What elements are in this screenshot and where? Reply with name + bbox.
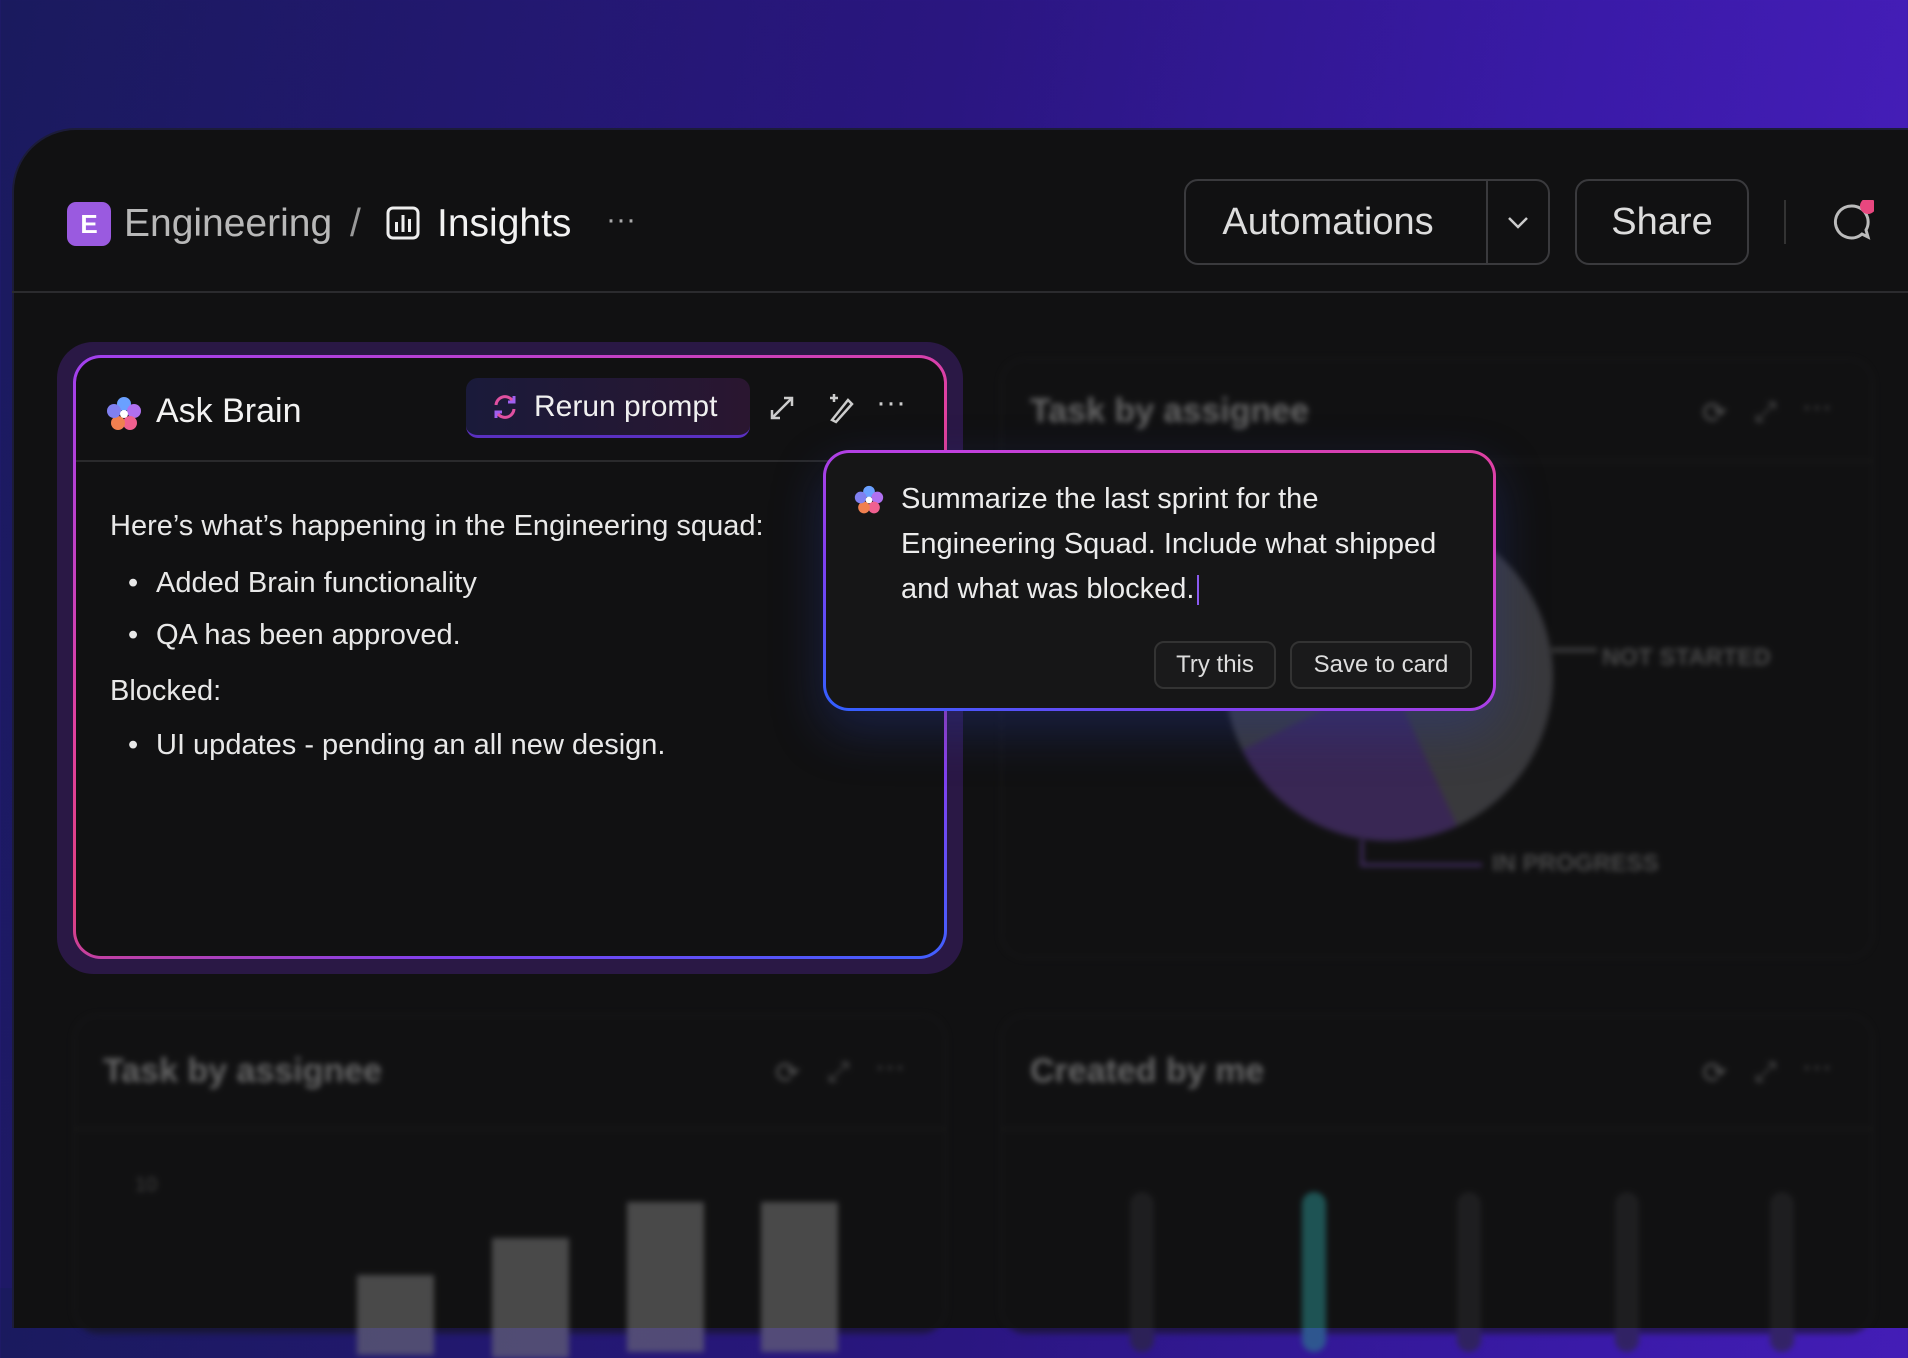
bar	[357, 1275, 434, 1355]
card-divider	[76, 460, 944, 462]
share-button[interactable]: Share	[1575, 179, 1749, 265]
bar	[1615, 1192, 1639, 1352]
y-axis-tick: 10	[135, 1174, 158, 1196]
task-by-assignee-bar-card[interactable]: Task by assignee ⟳ ⤢ ··· 10	[73, 1014, 947, 1358]
card-title: Task by assignee	[1030, 392, 1310, 430]
card-more-button[interactable]: ···	[875, 1050, 905, 1084]
shipped-item: QA has been approved.	[156, 619, 461, 651]
breadcrumb-separator: /	[350, 202, 361, 245]
refresh-icon[interactable]: ⟳	[1702, 1056, 1727, 1091]
ask-brain-title: Ask Brain	[156, 392, 302, 430]
breadcrumb-insights[interactable]: Insights	[437, 200, 571, 248]
breadcrumb-engineering[interactable]: Engineering	[124, 200, 332, 248]
bullet: •	[128, 567, 139, 599]
bar	[1457, 1192, 1481, 1352]
try-this-button[interactable]: Try this	[1154, 641, 1276, 689]
header-divider-line	[12, 291, 1908, 293]
refresh-icon[interactable]: ⟳	[775, 1056, 800, 1091]
automations-divider	[1486, 181, 1488, 263]
prompt-text: Summarize the last sprint for the Engine…	[901, 483, 1437, 605]
blocked-item: UI updates - pending an all new design.	[156, 729, 666, 761]
bar	[1770, 1192, 1794, 1352]
expand-icon[interactable]: ⤢	[1754, 1056, 1776, 1089]
legend-not-started: NOT STARTED	[1602, 644, 1771, 671]
card-more-button[interactable]: ···	[1802, 1050, 1832, 1084]
bar	[1130, 1192, 1154, 1352]
notification-chat-icon[interactable]	[1830, 198, 1876, 244]
expand-icon[interactable]: ⤢	[827, 1056, 849, 1089]
summary-intro: Here’s what’s happening in the Engineeri…	[110, 510, 764, 542]
rerun-prompt-button[interactable]: Rerun prompt	[466, 378, 750, 438]
workspace-avatar[interactable]: E	[67, 202, 111, 246]
bar	[627, 1202, 704, 1352]
bar-highlighted	[1302, 1192, 1326, 1352]
header-divider	[1784, 200, 1786, 244]
brain-logo-icon	[854, 485, 884, 515]
bar	[492, 1238, 569, 1358]
card-title: Task by assignee	[103, 1052, 383, 1090]
magic-wand-edit-icon[interactable]	[824, 390, 858, 424]
rerun-prompt-label: Rerun prompt	[534, 389, 718, 423]
chevron-down-icon[interactable]	[1502, 206, 1534, 238]
prompt-input[interactable]: Summarize the last sprint for the Engine…	[901, 477, 1471, 612]
card-more-button[interactable]: ···	[876, 386, 906, 420]
blocked-label: Blocked:	[110, 675, 222, 707]
card-title: Created by me	[1030, 1052, 1265, 1090]
automations-label: Automations	[1222, 200, 1434, 243]
bullet: •	[128, 619, 139, 651]
expand-icon[interactable]	[766, 392, 798, 424]
card-more-button[interactable]: ···	[1802, 390, 1832, 424]
expand-icon[interactable]: ⤢	[1754, 396, 1776, 429]
text-cursor	[1197, 575, 1200, 606]
page-more-button[interactable]: ···	[606, 196, 636, 244]
automations-button[interactable]: Automations	[1184, 179, 1550, 265]
ask-brain-card[interactable]: Ask Brain Rerun prompt ··· Here’s what’s…	[73, 355, 947, 959]
card-divider	[75, 1128, 945, 1130]
share-label: Share	[1611, 200, 1713, 243]
shipped-item: Added Brain functionality	[156, 567, 477, 599]
prompt-popup[interactable]: Summarize the last sprint for the Engine…	[823, 450, 1496, 711]
insights-chart-icon	[386, 206, 420, 240]
save-to-card-button[interactable]: Save to card	[1290, 641, 1472, 689]
bullet: •	[128, 729, 139, 761]
brain-logo-icon	[106, 396, 142, 432]
created-by-me-card[interactable]: Created by me ⟳ ⤢ ···	[1000, 1014, 1874, 1352]
refresh-icon	[494, 394, 516, 419]
refresh-icon[interactable]: ⟳	[1702, 396, 1727, 431]
bar	[761, 1202, 838, 1352]
card-divider	[1002, 1128, 1872, 1130]
legend-in-progress: IN PROGRESS	[1492, 850, 1659, 877]
